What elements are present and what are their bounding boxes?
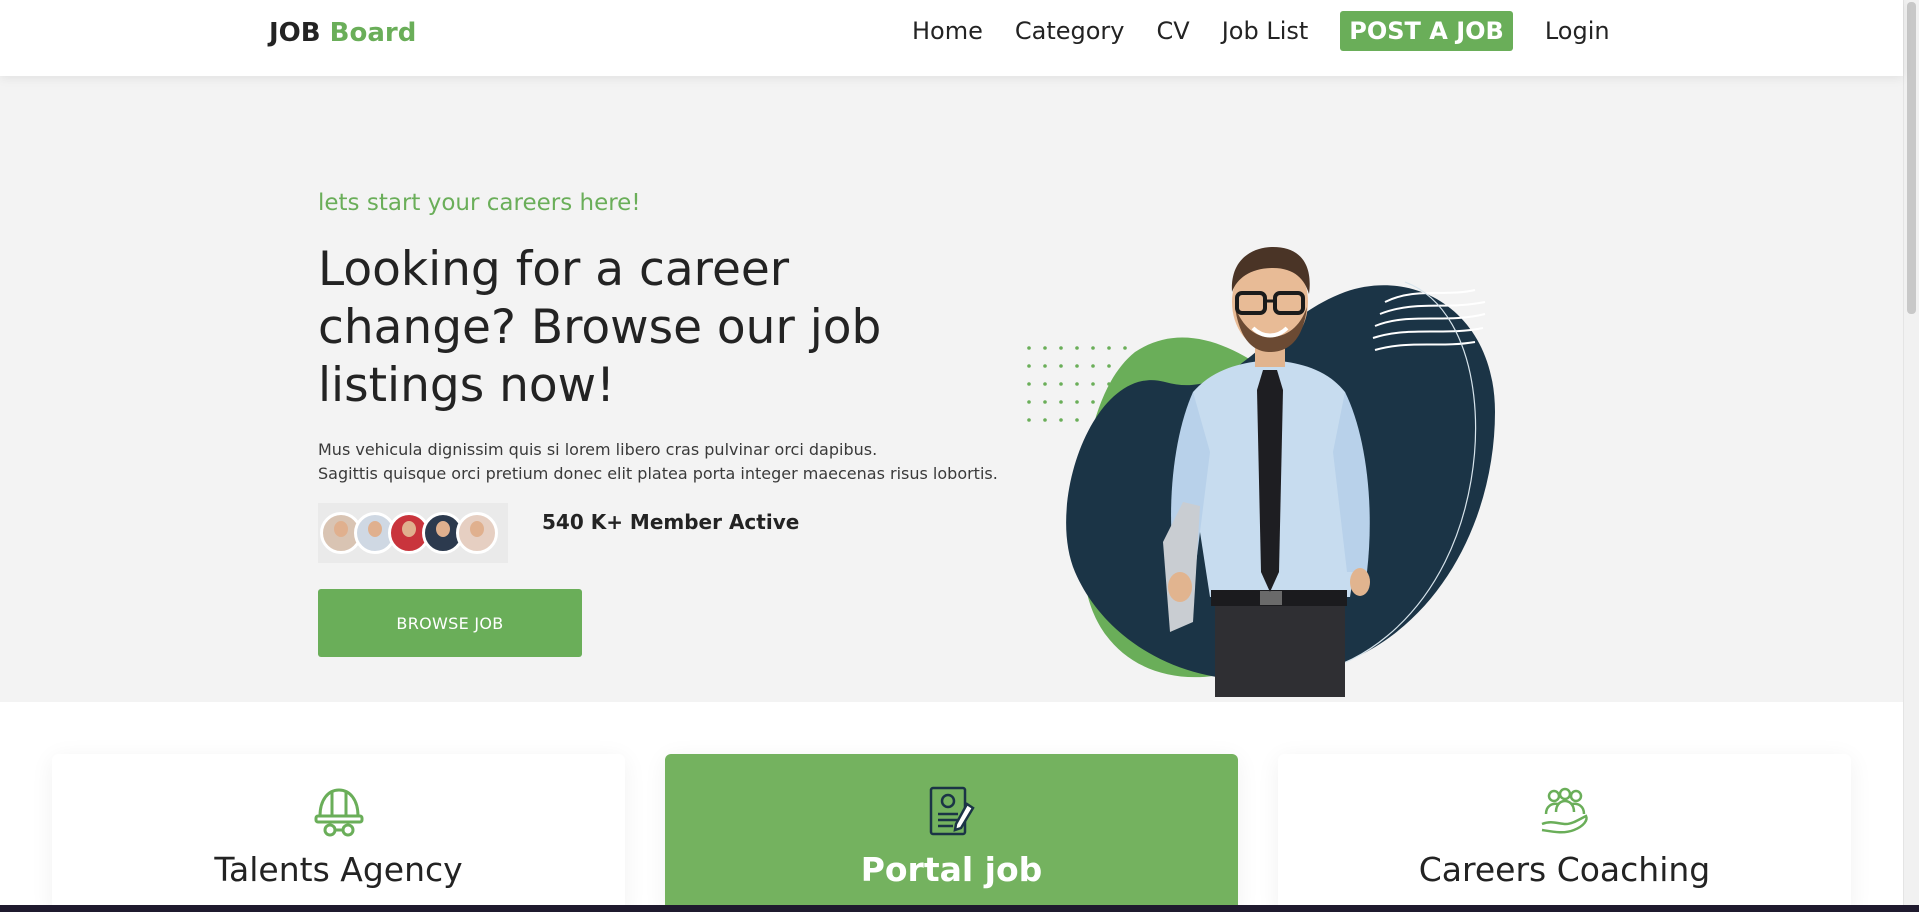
logo-main-text: JOB — [269, 18, 321, 48]
members-count: 540 K+ Member Active — [542, 510, 800, 534]
service-title: Talents Agency — [214, 850, 463, 889]
nav-job-list[interactable]: Job List — [1222, 17, 1309, 45]
site-logo[interactable]: JOB Board — [269, 18, 416, 48]
hero-description-line-2: Sagittis quisque orci pretium donec elit… — [318, 464, 998, 483]
nav-home[interactable]: Home — [912, 17, 983, 45]
page-scrollbar[interactable] — [1903, 0, 1919, 905]
nav-login[interactable]: Login — [1545, 17, 1610, 45]
service-title: Portal job — [860, 850, 1043, 889]
scrollbar-thumb[interactable] — [1907, 2, 1916, 314]
service-card-talents-agency[interactable]: Talents Agency — [52, 754, 625, 912]
os-taskbar-edge — [0, 905, 1919, 912]
service-card-careers-coaching[interactable]: Careers Coaching — [1278, 754, 1851, 912]
service-title: Careers Coaching — [1418, 850, 1711, 889]
hero-tagline: lets start your careers here! — [318, 190, 641, 216]
hero-section: lets start your careers here! Looking fo… — [0, 76, 1903, 702]
services-section: Talents Agency Portal job Careers Coachi… — [0, 702, 1903, 912]
main-nav: Home Category CV Job List POST A JOB Log… — [912, 4, 1642, 58]
hero-headline: Looking for a career change? Browse our … — [318, 242, 882, 413]
post-job-button[interactable]: POST A JOB — [1340, 11, 1513, 51]
hero-description-line-1: Mus vehicula dignissim quis si lorem lib… — [318, 440, 878, 459]
avatar — [456, 512, 498, 554]
member-avatars — [318, 503, 508, 563]
service-card-portal-job[interactable]: Portal job — [665, 754, 1238, 912]
hero-description: Mus vehicula dignissim quis si lorem lib… — [318, 438, 1018, 486]
logo-accent-text: Board — [329, 18, 417, 48]
people-hand-icon — [1541, 787, 1588, 834]
site-header: JOB Board Home Category CV Job List POST… — [0, 0, 1903, 76]
hero-illustration — [1027, 247, 1495, 697]
resume-document-icon — [929, 786, 975, 836]
hard-hat-icon — [314, 788, 363, 837]
browse-job-button[interactable]: BROWSE JOB — [318, 589, 582, 657]
nav-cv[interactable]: CV — [1157, 17, 1190, 45]
nav-category[interactable]: Category — [1015, 17, 1125, 45]
